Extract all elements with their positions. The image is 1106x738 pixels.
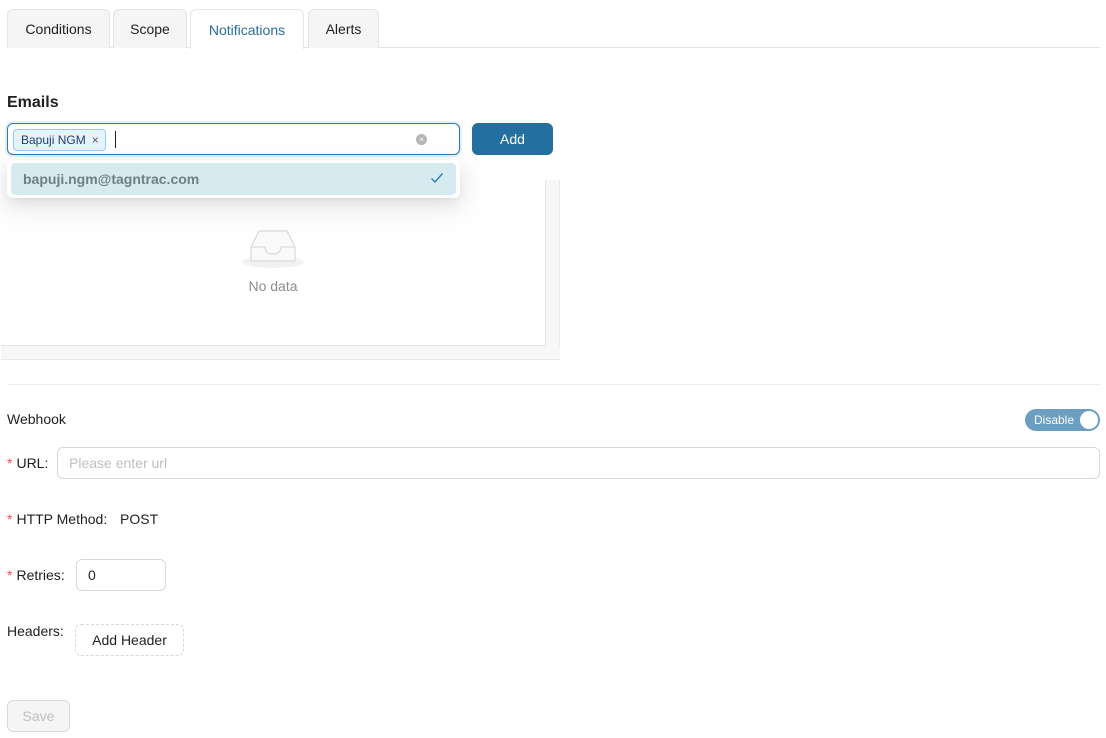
toggle-label: Disable: [1034, 413, 1075, 427]
dropdown-option-label: bapuji.ngm@tagntrac.com: [23, 171, 200, 187]
tab-scope[interactable]: Scope: [113, 9, 187, 48]
empty-state-text: No data: [248, 278, 298, 294]
check-icon: [431, 173, 444, 184]
email-tag: Bapuji NGM ×: [13, 129, 106, 151]
required-mark: *: [7, 511, 13, 527]
text-caret: [115, 131, 116, 148]
url-input[interactable]: [57, 447, 1100, 479]
save-button[interactable]: Save: [7, 700, 70, 732]
required-mark: *: [7, 567, 13, 583]
tab-alerts[interactable]: Alerts: [308, 9, 379, 48]
dropdown-option[interactable]: bapuji.ngm@tagntrac.com: [11, 163, 456, 195]
tab-notifications[interactable]: Notifications: [190, 9, 304, 49]
tab-bar: Conditions Scope Notifications Alerts: [7, 9, 1100, 49]
empty-inbox-icon: [242, 230, 304, 268]
webhook-toggle[interactable]: Disable: [1025, 409, 1100, 431]
tab-conditions[interactable]: Conditions: [7, 9, 110, 48]
section-divider: [7, 384, 1100, 385]
webhook-section-title: Webhook: [7, 411, 66, 427]
email-select-input[interactable]: Bapuji NGM × ×: [7, 123, 460, 155]
http-method-label: * HTTP Method:: [7, 511, 108, 527]
headers-label: Headers:: [7, 623, 64, 639]
list-scroll-edge-bottom: [1, 346, 560, 360]
retries-input[interactable]: [76, 559, 166, 591]
url-label: * URL:: [7, 455, 49, 471]
add-header-button[interactable]: Add Header: [75, 624, 184, 656]
tag-remove-icon[interactable]: ×: [92, 133, 99, 147]
add-email-button[interactable]: Add: [472, 123, 553, 155]
toggle-knob: [1080, 411, 1098, 429]
clear-icon[interactable]: ×: [416, 134, 427, 145]
retries-label: * Retries:: [7, 567, 65, 583]
email-tag-label: Bapuji NGM: [21, 133, 86, 147]
required-mark: *: [7, 455, 13, 471]
emails-section-title: Emails: [7, 94, 59, 111]
http-method-value: POST: [120, 511, 159, 527]
list-scroll-edge: [545, 180, 560, 360]
email-dropdown: bapuji.ngm@tagntrac.com: [7, 160, 460, 198]
